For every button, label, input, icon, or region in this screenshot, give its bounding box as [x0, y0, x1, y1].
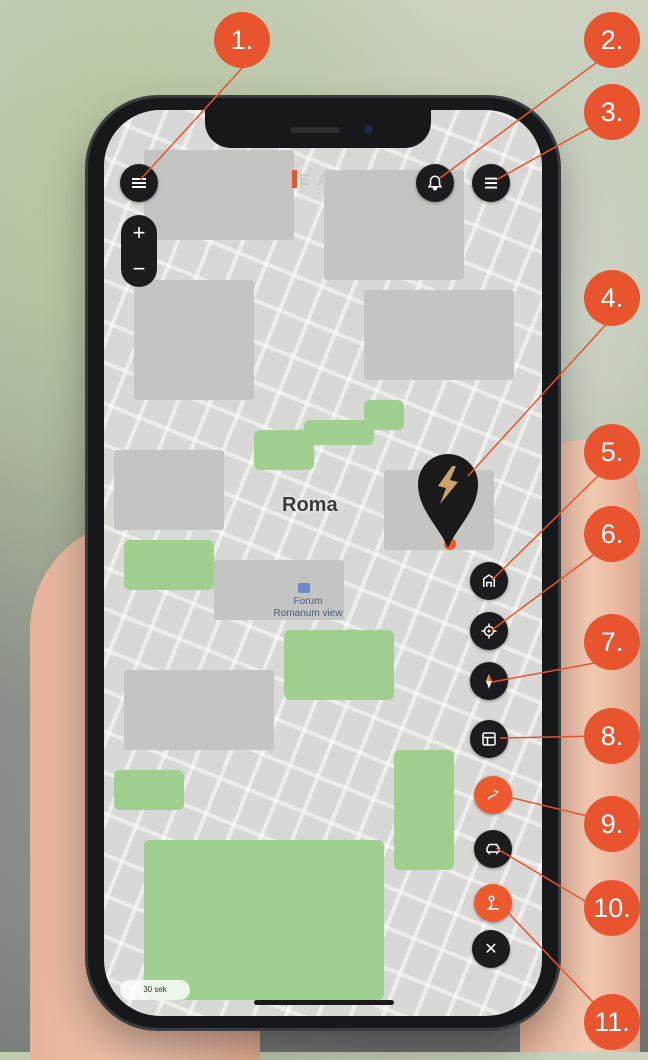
- callout-line-2: [439, 59, 601, 179]
- callout-badge-9: 9.: [584, 796, 640, 852]
- callout-badge-4: 4.: [584, 270, 640, 326]
- callout-line-7: [491, 661, 601, 683]
- callout-lines: [139, 59, 611, 1021]
- callout-badge-11: 11.: [584, 994, 640, 1050]
- callout-badge-3: 3.: [584, 84, 640, 140]
- callout-badge-10: 10.: [584, 880, 640, 936]
- callout-line-3: [495, 119, 605, 181]
- callout-badge-5: 5.: [584, 424, 640, 480]
- callout-line-6: [491, 549, 601, 631]
- callout-line-1: [139, 65, 245, 181]
- callout-badge-6: 6.: [584, 506, 640, 562]
- callout-badge-7: 7.: [584, 614, 640, 670]
- callout-badge-2: 2.: [584, 12, 640, 68]
- callout-badge-1: 1.: [214, 12, 270, 68]
- callout-badge-8: 8.: [584, 708, 640, 764]
